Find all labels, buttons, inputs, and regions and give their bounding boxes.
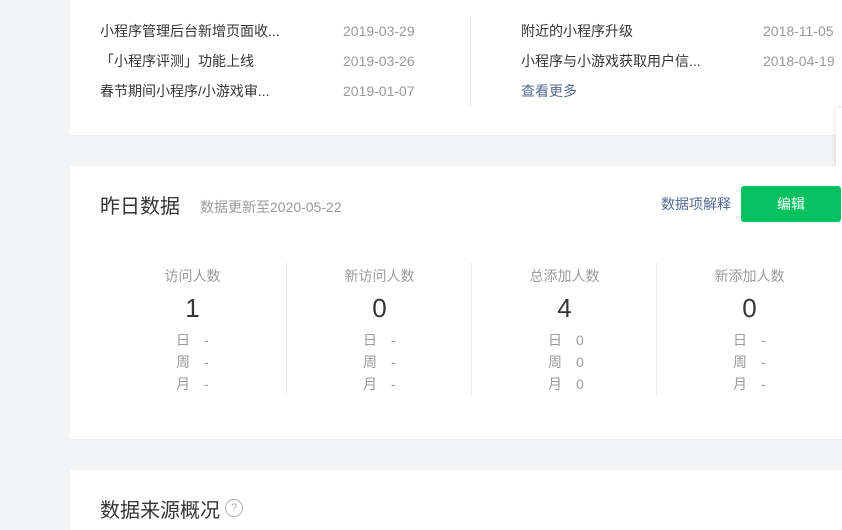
comparison-value: -	[204, 332, 209, 348]
metric-label: 访问人数	[164, 268, 221, 284]
question-circle-icon[interactable]: ?	[225, 499, 243, 517]
comparison-value: -	[761, 332, 766, 348]
section-title: 数据来源概况	[100, 500, 220, 522]
update-note: 数据更新至2020-05-22	[200, 199, 342, 215]
comparison-month: 月0	[472, 373, 657, 395]
metric-new-added: 新添加人数 0 日- 周- 月-	[656, 263, 842, 395]
announcement-date: 2019-03-29	[343, 23, 415, 39]
announcement-title[interactable]: 春节期间小程序/小游戏审...	[100, 76, 270, 106]
metric-value: 1	[185, 293, 200, 323]
yesterday-data-card: 昨日数据 数据更新至2020-05-22 数据项解释 编辑 访问人数 1 日- …	[70, 166, 842, 439]
comparison-value: -	[391, 376, 396, 392]
comparison-key: 日	[363, 332, 377, 348]
comparison-month: 月-	[657, 373, 842, 395]
comparison-value: -	[761, 376, 766, 392]
announcement-title[interactable]: 小程序与小游戏获取用户信...	[521, 46, 701, 76]
announcement-list-left: 小程序管理后台新增页面收... 2019-03-29 「小程序评测」功能上线 2…	[100, 16, 470, 106]
metric-value: 4	[557, 293, 572, 323]
comparison-key: 周	[363, 354, 377, 370]
comparison-week: 周-	[657, 351, 842, 373]
metric-explanation-link[interactable]: 数据项解释	[661, 194, 731, 214]
comparison-value: -	[391, 354, 396, 370]
metric-total-added: 总添加人数 4 日0 周0 月0	[471, 263, 657, 395]
metric-label: 新访问人数	[344, 268, 415, 284]
comparison-key: 周	[176, 354, 190, 370]
announcement-title[interactable]: 附近的小程序升级	[521, 16, 633, 46]
comparison-month: 月-	[100, 373, 285, 395]
announcement-item[interactable]: 小程序与小游戏获取用户信... 2018-04-19	[521, 46, 842, 76]
metric-label: 新添加人数	[714, 268, 785, 284]
metrics-grid: 访问人数 1 日- 周- 月- 新访问人数 0 日- 周- 月- 总添加人数 4…	[100, 263, 842, 395]
metric-value: 0	[742, 293, 757, 323]
comparison-value: -	[204, 376, 209, 392]
comparison-month: 月-	[287, 373, 472, 395]
metric-comparisons: 日- 周- 月-	[657, 329, 842, 395]
announcement-date: 2019-03-26	[343, 53, 415, 69]
comparison-value: 0	[576, 332, 584, 348]
announcement-list-right: 附近的小程序升级 2018-11-05 小程序与小游戏获取用户信... 2018…	[521, 16, 842, 106]
comparison-day: 日-	[657, 329, 842, 351]
comparison-value: 0	[576, 376, 584, 392]
metric-comparisons: 日- 周- 月-	[100, 329, 285, 395]
comparison-key: 日	[176, 332, 190, 348]
comparison-week: 周-	[100, 351, 285, 373]
announcement-item[interactable]: 春节期间小程序/小游戏审... 2019-01-07	[100, 76, 470, 106]
announcements-card: 小程序管理后台新增页面收... 2019-03-29 「小程序评测」功能上线 2…	[70, 0, 842, 135]
view-more-row: 查看更多	[521, 76, 842, 106]
edit-button[interactable]: 编辑	[741, 186, 841, 222]
metric-comparisons: 日- 周- 月-	[287, 329, 472, 395]
comparison-key: 月	[363, 376, 377, 392]
announcement-date: 2018-04-19	[763, 53, 835, 69]
announcement-item[interactable]: 附近的小程序升级 2018-11-05	[521, 16, 842, 46]
comparison-day: 日0	[472, 329, 657, 351]
comparison-value: -	[204, 354, 209, 370]
metric-new-visitors: 新访问人数 0 日- 周- 月-	[286, 263, 472, 395]
announcement-divider	[470, 16, 471, 106]
announcement-title[interactable]: 「小程序评测」功能上线	[100, 46, 254, 76]
announcement-item[interactable]: 小程序管理后台新增页面收... 2019-03-29	[100, 16, 470, 46]
comparison-value: 0	[576, 354, 584, 370]
metric-value: 0	[372, 293, 387, 323]
comparison-key: 日	[548, 332, 562, 348]
comparison-key: 月	[176, 376, 190, 392]
comparison-value: -	[391, 332, 396, 348]
view-more-link[interactable]: 查看更多	[521, 76, 577, 106]
comparison-day: 日-	[287, 329, 472, 351]
metric-comparisons: 日0 周0 月0	[472, 329, 657, 395]
comparison-week: 周-	[287, 351, 472, 373]
comparison-week: 周0	[472, 351, 657, 373]
comparison-key: 日	[733, 332, 747, 348]
announcement-item[interactable]: 「小程序评测」功能上线 2019-03-26	[100, 46, 470, 76]
section-title: 昨日数据	[100, 196, 180, 218]
announcement-date: 2018-11-05	[763, 23, 834, 39]
comparison-day: 日-	[100, 329, 285, 351]
metric-visitors: 访问人数 1 日- 周- 月-	[100, 263, 285, 395]
comparison-key: 周	[733, 354, 747, 370]
announcement-date: 2019-01-07	[343, 83, 415, 99]
comparison-key: 周	[548, 354, 562, 370]
comparison-key: 月	[733, 376, 747, 392]
announcement-title[interactable]: 小程序管理后台新增页面收...	[100, 16, 280, 46]
data-source-card: 数据来源概况 ?	[70, 470, 842, 530]
metric-label: 总添加人数	[529, 268, 600, 284]
comparison-key: 月	[548, 376, 562, 392]
comparison-value: -	[761, 354, 766, 370]
